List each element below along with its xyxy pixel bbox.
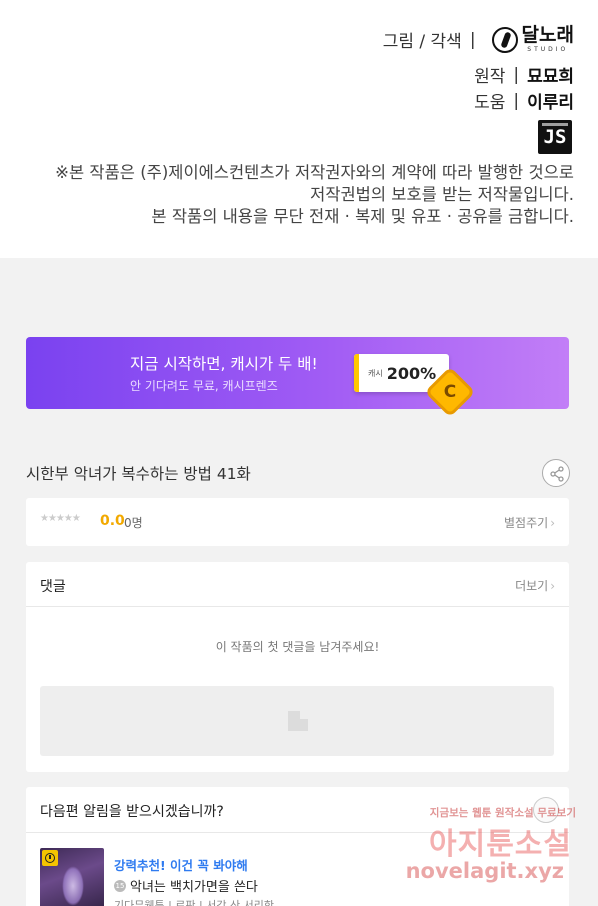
studio-name: 달노래 xyxy=(521,24,574,46)
studio-logo: 달노래 STUDIO xyxy=(491,24,574,53)
copyright-notice: ※본 작품은 (주)제이에스컨텐츠가 저작권자와의 계약에 따라 발행한 것으로… xyxy=(55,162,574,228)
comments-header: 댓글 더보기 › xyxy=(26,562,569,607)
chevron-right-icon: › xyxy=(550,516,555,530)
rate-label: 별점주기 xyxy=(504,516,549,530)
comments-more-link[interactable]: 더보기 › xyxy=(515,577,555,594)
share-button[interactable] xyxy=(542,459,570,487)
rating-stars-icon: ★★★★★ xyxy=(40,513,81,524)
recommend-label[interactable]: 강력추천! 이건 꼭 봐야해 xyxy=(114,855,248,874)
divider xyxy=(26,832,569,833)
comment-input-box[interactable] xyxy=(40,686,554,756)
notice-line: ※본 작품은 (주)제이에스컨텐츠가 저작권자와의 계약에 따라 발행한 것으로 xyxy=(55,163,574,182)
clock-icon xyxy=(42,850,58,866)
separator: | xyxy=(469,29,476,50)
recommend-thumbnail[interactable] xyxy=(40,848,104,906)
notice-line: 본 작품의 내용을 무단 전재 · 복제 및 유포 · 공유를 금합니다. xyxy=(151,207,574,226)
original-label: 원작 xyxy=(474,67,506,87)
age-rating-badge: 15 xyxy=(114,879,126,892)
credits-section: 그림 / 각색 | 달노래 STUDIO 원작 | 묘묘희 도움 | 이루리 J… xyxy=(0,0,598,258)
recommend-title: 악녀는 백치가면을 쓴다 xyxy=(130,880,258,895)
assist-label: 도움 xyxy=(474,93,506,113)
chevron-right-icon: › xyxy=(550,579,555,593)
art-credit: 그림 / 각색 | 달노래 STUDIO xyxy=(383,26,574,53)
separator: | xyxy=(513,90,520,111)
recommend-title-row[interactable]: 15 악녀는 백치가면을 쓴다 xyxy=(114,876,258,895)
notice-line: 저작권법의 보호를 받는 저작물입니다. xyxy=(310,185,574,204)
more-label: 더보기 xyxy=(515,579,549,593)
coin-letter: C xyxy=(443,382,457,402)
cash-promo-banner[interactable]: 지금 시작하면, 캐시가 두 배! 안 기다려도 무료, 캐시프렌즈 캐시 20… xyxy=(26,337,569,418)
notification-toggle[interactable] xyxy=(533,797,559,823)
recommend-meta: 기다무웹툰 | 로판 | 서강 산 서리한 xyxy=(114,899,274,906)
share-icon xyxy=(550,466,564,482)
banner-title: 지금 시작하면, 캐시가 두 배! xyxy=(130,355,318,373)
cash-label: 캐시 xyxy=(368,368,383,378)
notification-card: 다음편 알림을 받으시겠습니까? 강력추천! 이건 꼭 봐야해 15 악녀는 백… xyxy=(26,787,569,906)
publisher-logo: JS xyxy=(538,120,572,154)
rate-button[interactable]: 별점주기 › xyxy=(504,514,555,531)
art-label: 그림 / 각색 xyxy=(382,32,462,52)
comment-placeholder-icon xyxy=(288,711,308,731)
original-credit: 원작 | 묘묘희 xyxy=(474,62,574,88)
separator: | xyxy=(513,64,520,85)
episode-title: 시한부 악녀가 복수하는 방법 41화 xyxy=(26,465,251,483)
notification-question: 다음편 알림을 받으시겠습니까? xyxy=(40,804,224,820)
assist-credit: 도움 | 이루리 xyxy=(474,88,574,114)
rating-count: 0명 xyxy=(124,516,143,530)
comments-empty-message: 이 작품의 첫 댓글을 남겨주세요! xyxy=(215,640,380,654)
rating-card: ★★★★★ 0.0 0명 별점주기 › xyxy=(26,498,569,546)
comments-card: 댓글 더보기 › 이 작품의 첫 댓글을 남겨주세요! xyxy=(26,562,569,772)
original-author: 묘묘희 xyxy=(527,67,574,87)
comments-title: 댓글 xyxy=(40,579,66,595)
studio-mark-icon xyxy=(491,26,518,53)
cash-percent: 200% xyxy=(386,363,437,383)
banner-subtitle: 안 기다려도 무료, 캐시프렌즈 xyxy=(130,379,278,393)
assist-author: 이루리 xyxy=(527,93,574,113)
rating-score: 0.0 xyxy=(100,513,125,529)
studio-sub: STUDIO xyxy=(527,46,569,53)
